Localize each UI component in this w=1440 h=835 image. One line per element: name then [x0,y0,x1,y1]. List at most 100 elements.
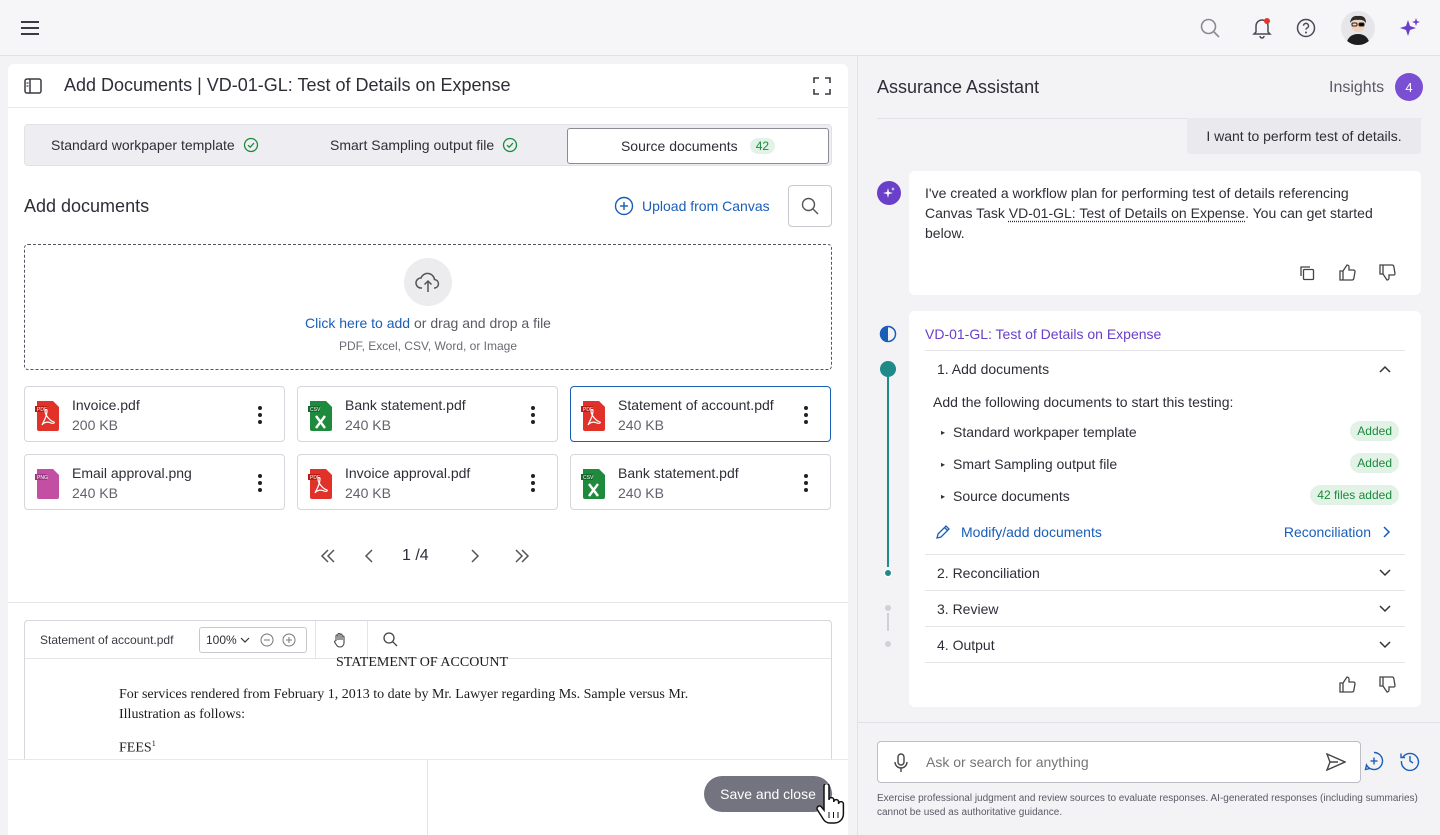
more-vertical-icon[interactable] [523,472,543,494]
chat-input[interactable] [926,751,1306,773]
search-icon[interactable] [383,632,398,647]
thumbs-up-icon[interactable] [1339,676,1356,693]
file-name: Invoice.pdf [72,397,140,413]
doc-fees: FEES1 [119,739,156,757]
file-size: 240 KB [345,485,391,501]
hand-tool-icon[interactable] [333,632,347,648]
chevron-down-icon [1379,605,1391,613]
dropzone-hint: PDF, Excel, CSV, Word, or Image [25,339,831,353]
dropzone-text: Click here to add or drag and drop a fil… [25,315,831,331]
click-to-add-link[interactable]: Click here to add [305,315,410,331]
more-vertical-icon[interactable] [250,404,270,426]
file-size: 240 KB [72,485,118,501]
step-output[interactable]: 4. Output [925,627,1405,663]
search-icon[interactable] [1196,14,1224,42]
avatar[interactable] [1341,11,1375,45]
timeline-line [887,377,889,567]
status-badge: 42 files added [1310,485,1399,505]
doc-title: STATEMENT OF ACCOUNT [336,655,508,671]
expand-icon[interactable] [813,77,831,95]
more-vertical-icon[interactable] [523,404,543,426]
workflow-card: VD-01-GL: Test of Details on Expense 1. … [909,311,1421,707]
help-icon[interactable] [1292,14,1320,42]
check-circle-icon [243,137,259,153]
more-vertical-icon[interactable] [796,404,816,426]
next-page-icon[interactable] [470,549,494,563]
page-indicator: 1 /4 [402,547,462,565]
step-dot-active [880,361,896,377]
tab-standard-workpaper[interactable]: Standard workpaper template [51,125,259,165]
save-and-close-button[interactable]: Save and close [704,776,832,812]
more-vertical-icon[interactable] [250,472,270,494]
send-icon[interactable] [1326,753,1346,771]
viewer-toolbar: Statement of account.pdf 100% [25,621,831,659]
file-card[interactable]: PNG Email approval.png 240 KB [24,454,285,510]
tab-source-documents[interactable]: Source documents 42 [567,128,829,164]
doc-item-source-documents: ▸ Source documents [941,488,1070,504]
copy-icon[interactable] [1299,265,1315,281]
microphone-icon[interactable] [894,753,908,773]
insights-count-badge[interactable]: 4 [1395,73,1423,101]
task-link[interactable]: VD-01-GL: Test of Details on Expense [1009,205,1245,221]
plus-circle-icon [614,196,634,216]
file-name: Bank statement.pdf [618,465,739,481]
zoom-out-icon[interactable] [260,633,274,647]
thumbs-up-icon[interactable] [1339,264,1356,281]
workflow-title[interactable]: VD-01-GL: Test of Details on Expense [925,326,1161,342]
prev-page-icon[interactable] [364,549,388,563]
png-file-icon: PNG [35,469,61,499]
sidebar-toggle-icon[interactable] [24,77,42,95]
user-message: I want to perform test of details. [1187,118,1421,154]
step-add-documents[interactable]: 1. Add documents [925,351,1405,387]
pdf-file-icon: PDF [581,401,607,431]
modify-documents-link[interactable]: Modify/add documents [935,524,1102,540]
chevron-down-icon [240,637,250,643]
assistant-title: Assurance Assistant [877,77,1039,98]
cursor-hand-icon [816,784,846,824]
panel-footer: Save and close [8,759,848,835]
ai-message-text: I've created a workflow plan for perform… [925,183,1395,243]
section-title: Add documents [24,196,149,217]
file-card[interactable]: CSV Bank statement.pdf 240 KB [570,454,831,510]
doc-item-standard-workpaper: ▸ Standard workpaper template [941,424,1137,440]
next-reconciliation-link[interactable]: Reconciliation [1284,524,1391,540]
pdf-file-icon: PDF [35,401,61,431]
file-card[interactable]: PDF Invoice.pdf 200 KB [24,386,285,442]
file-card[interactable]: PDF Statement of account.pdf 240 KB [570,386,831,442]
more-vertical-icon[interactable] [796,472,816,494]
upload-from-canvas-button[interactable]: Upload from Canvas [614,196,770,216]
bell-icon[interactable] [1248,14,1276,42]
doc-item-smart-sampling: ▸ Smart Sampling output file [941,456,1117,472]
tab-smart-sampling[interactable]: Smart Sampling output file [330,125,518,165]
disclaimer: Exercise professional judgment and revie… [877,792,1427,820]
search-files-button[interactable] [788,185,832,227]
zoom-select[interactable]: 100% [206,633,250,647]
chevron-up-icon [1379,365,1391,373]
hamburger-icon[interactable] [16,14,44,42]
thumbs-down-icon[interactable] [1379,264,1396,281]
history-icon[interactable] [1400,751,1420,771]
assistant-avatar-icon [877,181,901,205]
insights-label[interactable]: Insights [1329,79,1384,97]
thumbs-down-icon[interactable] [1379,676,1396,693]
ai-message-card: I've created a workflow plan for perform… [909,171,1421,295]
csv-file-icon: CSV [308,401,334,431]
first-page-icon[interactable] [320,549,340,563]
new-chat-icon[interactable] [1364,751,1384,771]
chevron-down-icon [1379,641,1391,649]
zoom-in-icon[interactable] [282,633,296,647]
file-card[interactable]: PDF Invoice approval.pdf 240 KB [297,454,558,510]
step-reconciliation[interactable]: 2. Reconciliation [925,555,1405,591]
file-dropzone[interactable]: Click here to add or drag and drop a fil… [24,244,832,370]
file-name: Statement of account.pdf [618,397,774,413]
step-review[interactable]: 3. Review [925,591,1405,627]
document-tabs: Standard workpaper template Smart Sampli… [24,124,832,166]
check-circle-icon [502,137,518,153]
divider [8,602,848,603]
chevron-down-icon [1379,569,1391,577]
add-documents-panel: Add Documents | VD-01-GL: Test of Detail… [8,64,848,835]
status-badge: Added [1350,453,1399,473]
last-page-icon[interactable] [514,549,534,563]
sparkle-icon[interactable] [1396,14,1424,42]
file-card[interactable]: CSV Bank statement.pdf 240 KB [297,386,558,442]
